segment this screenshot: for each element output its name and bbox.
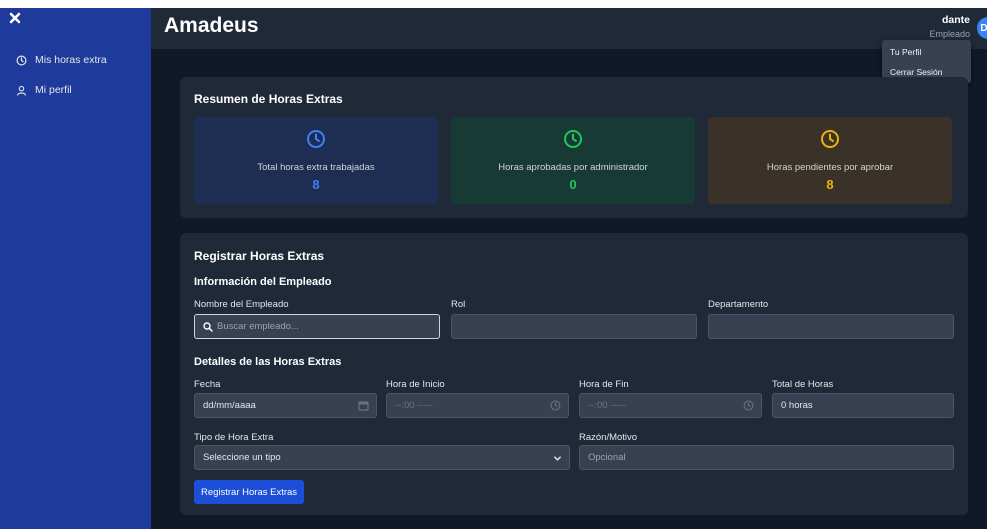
- stat-label: Total horas extra trabajadas: [257, 162, 375, 173]
- sidebar-item-mi-perfil[interactable]: Mi perfil: [16, 84, 72, 96]
- chevron-down-icon: [554, 456, 561, 461]
- stat-value: 0: [569, 177, 577, 192]
- close-icon[interactable]: [8, 11, 22, 25]
- user-name[interactable]: dante: [942, 14, 970, 26]
- clock-icon[interactable]: [550, 400, 561, 411]
- total-hours-field: 0 horas: [772, 393, 954, 418]
- stat-approved-hours: Horas aprobadas por administrador 0: [451, 117, 695, 204]
- sidebar-item-label: Mis horas extra: [35, 54, 107, 66]
- stat-total-hours: Total horas extra trabajadas 8: [194, 117, 438, 204]
- start-time-label: Hora de Inicio: [386, 379, 445, 390]
- sidebar: Mis horas extra Mi perfil: [0, 8, 151, 529]
- search-placeholder: Buscar empleado...: [217, 321, 299, 332]
- employee-name-label: Nombre del Empleado: [194, 299, 289, 310]
- end-time-label: Hora de Fin: [579, 379, 629, 390]
- stat-value: 8: [826, 177, 834, 192]
- total-hours-value: 0 horas: [781, 400, 813, 411]
- overtime-type-label: Tipo de Hora Extra: [194, 432, 274, 443]
- employee-search-input[interactable]: Buscar empleado...: [194, 314, 440, 339]
- main-content: Amadeus dante Empleado D Tu Perfil Cerra…: [151, 8, 987, 529]
- date-input[interactable]: dd/mm/aaaa: [194, 393, 377, 418]
- date-placeholder: dd/mm/aaaa: [203, 400, 256, 411]
- overtime-type-selected: Seleccione un tipo: [203, 452, 281, 463]
- start-time-placeholder: --:00 -----: [395, 400, 433, 411]
- register-overtime-button[interactable]: Registrar Horas Extras: [194, 480, 304, 504]
- clock-icon: [564, 130, 582, 148]
- summary-card: Resumen de Horas Extras Total horas extr…: [180, 77, 968, 218]
- app-title: Amadeus: [164, 14, 259, 37]
- summary-title: Resumen de Horas Extras: [194, 92, 343, 106]
- menu-item-tu-perfil[interactable]: Tu Perfil: [890, 47, 921, 57]
- clock-icon[interactable]: [743, 400, 754, 411]
- stat-label: Horas pendientes por aprobar: [766, 162, 894, 173]
- employee-section-title: Información del Empleado: [194, 276, 332, 288]
- stat-label: Horas aprobadas por administrador: [498, 162, 648, 173]
- clock-icon: [821, 130, 839, 148]
- reason-input[interactable]: Opcional: [579, 445, 954, 470]
- sidebar-item-mis-horas-extra[interactable]: Mis horas extra: [16, 54, 107, 66]
- reason-label: Razón/Motivo: [579, 432, 638, 443]
- clock-icon: [307, 130, 325, 148]
- department-field: [708, 314, 954, 339]
- reason-placeholder: Opcional: [588, 452, 626, 463]
- role-label: Rol: [451, 299, 466, 310]
- stat-value: 8: [312, 177, 320, 192]
- menu-item-cerrar-sesion[interactable]: Cerrar Sesión: [890, 67, 942, 77]
- end-time-input[interactable]: --:00 -----: [579, 393, 762, 418]
- stat-pending-hours: Horas pendientes por aprobar 8: [708, 117, 952, 204]
- calendar-icon[interactable]: [358, 400, 369, 411]
- clock-icon: [16, 55, 27, 65]
- register-card: Registrar Horas Extras Información del E…: [180, 233, 968, 515]
- overtime-type-select[interactable]: Seleccione un tipo: [194, 445, 570, 470]
- sidebar-item-label: Mi perfil: [35, 84, 72, 96]
- details-section-title: Detalles de las Horas Extras: [194, 356, 342, 368]
- user-role: Empleado: [929, 29, 970, 39]
- register-title: Registrar Horas Extras: [194, 249, 325, 263]
- search-icon: [203, 321, 213, 332]
- start-time-input[interactable]: --:00 -----: [386, 393, 569, 418]
- role-field: [451, 314, 697, 339]
- top-bar: Amadeus dante Empleado D: [151, 8, 987, 49]
- avatar[interactable]: D: [977, 17, 987, 39]
- date-label: Fecha: [194, 379, 221, 390]
- end-time-placeholder: --:00 -----: [588, 400, 626, 411]
- total-hours-label: Total de Horas: [772, 379, 834, 390]
- department-label: Departamento: [708, 299, 769, 310]
- user-icon: [17, 85, 26, 96]
